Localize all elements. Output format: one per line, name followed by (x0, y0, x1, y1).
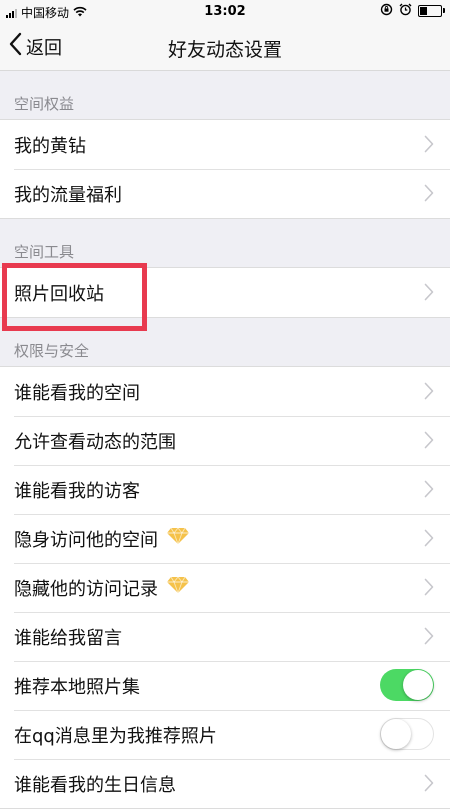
settings-row-label: 我的流量福利 (14, 184, 122, 206)
settings-list: 空间权益 我的黄钻 我的流量福利 空间工具 照片回收站 权限与安全 谁能看我的空间 允许查看动… (0, 71, 450, 809)
settings-row[interactable]: 我的流量福利 (0, 169, 450, 218)
chevron-right-icon (424, 529, 434, 552)
chevron-right-icon (424, 382, 434, 405)
toggle-switch[interactable] (380, 669, 434, 701)
alarm-icon (399, 3, 412, 19)
chevron-right-icon (424, 774, 434, 797)
chevron-right-icon (424, 283, 434, 306)
settings-row[interactable]: 谁能看我的空间 (0, 367, 450, 416)
navigation-bar: 返回 好友动态设置 (0, 24, 450, 71)
settings-row-label: 谁能看我的生日信息 (14, 774, 176, 796)
battery-icon (418, 5, 445, 17)
settings-group: 我的黄钻我的流量福利 (0, 119, 450, 219)
section-header: 空间权益 (0, 71, 450, 119)
settings-row[interactable]: 隐身访问他的空间 (0, 514, 450, 563)
page-title: 好友动态设置 (167, 39, 282, 61)
chevron-right-icon (424, 184, 434, 207)
settings-row[interactable]: 谁能看我的访客 (0, 465, 450, 514)
settings-row[interactable]: 允许查看动态的范围 (0, 416, 450, 465)
chevron-right-icon (424, 627, 434, 650)
settings-row-label: 谁能给我留言 (14, 627, 122, 649)
settings-row-label: 我的黄钻 (14, 135, 86, 157)
section-header: 空间工具 (0, 219, 450, 267)
chevron-right-icon (424, 431, 434, 454)
chevron-right-icon (424, 135, 434, 158)
settings-row[interactable]: 在qq消息里为我推荐照片 (0, 710, 450, 759)
settings-group: 谁能看我的空间允许查看动态的范围 谁能看我的访客 隐身访问他的空间 隐藏他的访问记录谁… (0, 366, 450, 809)
settings-row-label: 谁能看我的访客 (14, 480, 140, 502)
settings-row[interactable]: 谁能给我留言 (0, 612, 450, 661)
settings-row[interactable]: 我的黄钻 (0, 120, 450, 169)
settings-row-label: 推荐本地照片集 (14, 676, 140, 698)
orientation-lock-icon (380, 3, 393, 19)
settings-row-label: 允许查看动态的范围 (14, 431, 176, 453)
toggle-knob (381, 719, 411, 749)
settings-row[interactable]: 推荐本地照片集 (0, 661, 450, 710)
highlight-annotation (2, 263, 147, 331)
settings-row-label: 谁能看我的空间 (14, 382, 140, 404)
chevron-right-icon (424, 578, 434, 601)
settings-row-label: 隐藏他的访问记录 (14, 578, 158, 600)
diamond-icon (166, 527, 190, 550)
settings-row[interactable]: 谁能看我的生日信息 (0, 759, 450, 808)
diamond-icon (166, 576, 190, 599)
settings-row-label: 在qq消息里为我推荐照片 (14, 725, 217, 747)
toggle-switch[interactable] (380, 718, 434, 750)
status-bar: 中国移动 13:02 (0, 0, 450, 24)
chevron-right-icon (424, 480, 434, 503)
toggle-knob (403, 670, 433, 700)
settings-row-label: 隐身访问他的空间 (14, 529, 158, 551)
settings-row[interactable]: 隐藏他的访问记录 (0, 563, 450, 612)
